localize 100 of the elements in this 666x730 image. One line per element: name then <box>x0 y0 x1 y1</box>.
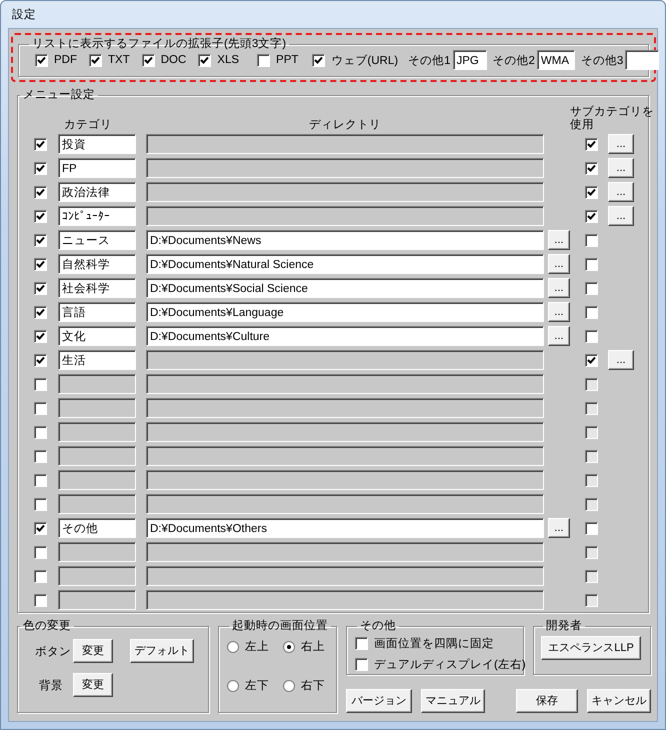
checkbox[interactable] <box>34 378 47 390</box>
directory-field[interactable]: D:¥Documents¥Natural Science <box>146 254 544 274</box>
directory-field[interactable] <box>146 542 544 562</box>
subcategory-button[interactable]: ... <box>608 206 634 226</box>
subcategory-checkbox[interactable] <box>585 186 598 198</box>
category-field[interactable]: 投資 <box>58 134 136 154</box>
radio-button[interactable] <box>227 640 239 652</box>
checkbox[interactable] <box>142 54 155 66</box>
checkbox[interactable] <box>34 354 47 366</box>
subcategory-checkbox[interactable] <box>585 522 598 534</box>
directory-field[interactable]: D:¥Documents¥Others <box>146 518 544 538</box>
subcategory-checkbox[interactable] <box>585 450 598 462</box>
directory-field[interactable] <box>146 350 544 370</box>
category-field[interactable]: ニュース <box>58 230 136 250</box>
browse-button[interactable]: ... <box>548 326 570 346</box>
browse-button[interactable]: ... <box>548 518 570 538</box>
category-field[interactable] <box>58 542 136 562</box>
checkbox[interactable] <box>35 54 48 66</box>
directory-field[interactable] <box>146 398 544 418</box>
subcategory-checkbox[interactable] <box>585 402 598 414</box>
directory-field[interactable]: D:¥Documents¥Language <box>146 302 544 322</box>
radio-button[interactable] <box>283 640 295 652</box>
extension-field[interactable] <box>625 50 660 70</box>
category-field[interactable]: 政治法律 <box>58 182 136 202</box>
directory-field[interactable] <box>146 158 544 178</box>
directory-field[interactable] <box>146 494 544 514</box>
extension-field[interactable]: WMA <box>536 50 575 70</box>
dialog-button[interactable]: キャンセル <box>587 689 651 713</box>
subcategory-checkbox[interactable] <box>585 282 598 294</box>
checkbox[interactable] <box>355 658 368 670</box>
category-field[interactable] <box>58 566 136 586</box>
dialog-button[interactable]: マニュアル <box>421 689 485 713</box>
browse-button[interactable]: ... <box>548 278 570 298</box>
subcategory-checkbox[interactable] <box>585 258 598 270</box>
checkbox[interactable] <box>34 330 47 342</box>
category-field[interactable] <box>58 374 136 394</box>
category-field[interactable] <box>58 422 136 442</box>
category-field[interactable]: その他 <box>58 518 136 538</box>
directory-field[interactable] <box>146 422 544 442</box>
subcategory-button[interactable]: ... <box>608 350 634 370</box>
checkbox[interactable] <box>34 210 47 222</box>
default-button[interactable]: デフォルト <box>130 639 194 663</box>
change-button[interactable]: 変更 <box>73 673 113 697</box>
subcategory-checkbox[interactable] <box>585 354 598 366</box>
category-field[interactable] <box>58 446 136 466</box>
directory-field[interactable] <box>146 470 544 490</box>
browse-button[interactable]: ... <box>548 254 570 274</box>
browse-button[interactable]: ... <box>548 302 570 322</box>
checkbox[interactable] <box>34 234 47 246</box>
dialog-button[interactable]: バージョン <box>346 689 412 713</box>
extension-field[interactable]: JPG <box>452 50 486 70</box>
checkbox[interactable] <box>34 522 47 534</box>
category-field[interactable]: 自然科学 <box>58 254 136 274</box>
directory-field[interactable]: D:¥Documents¥Social Science <box>146 278 544 298</box>
directory-field[interactable]: D:¥Documents¥Culture <box>146 326 544 346</box>
directory-field[interactable] <box>146 182 544 202</box>
checkbox[interactable] <box>89 54 102 66</box>
checkbox[interactable] <box>34 258 47 270</box>
category-field[interactable] <box>58 470 136 490</box>
category-field[interactable]: ｺﾝﾋﾟｭｰﾀｰ <box>58 206 136 226</box>
directory-field[interactable] <box>146 134 544 154</box>
directory-field[interactable] <box>146 446 544 466</box>
checkbox[interactable] <box>34 474 47 486</box>
subcategory-checkbox[interactable] <box>585 594 598 606</box>
subcategory-checkbox[interactable] <box>585 498 598 510</box>
checkbox[interactable] <box>34 186 47 198</box>
subcategory-checkbox[interactable] <box>585 330 598 342</box>
directory-field[interactable] <box>146 206 544 226</box>
subcategory-button[interactable]: ... <box>608 182 634 202</box>
checkbox[interactable] <box>34 450 47 462</box>
checkbox[interactable] <box>34 546 47 558</box>
subcategory-checkbox[interactable] <box>585 378 598 390</box>
subcategory-checkbox[interactable] <box>585 138 598 150</box>
radio-button[interactable] <box>283 680 295 692</box>
subcategory-button[interactable]: ... <box>608 158 634 178</box>
category-field[interactable] <box>58 590 136 610</box>
directory-field[interactable] <box>146 374 544 394</box>
browse-button[interactable]: ... <box>548 230 570 250</box>
category-field[interactable] <box>58 398 136 418</box>
checkbox[interactable] <box>34 426 47 438</box>
category-field[interactable]: 文化 <box>58 326 136 346</box>
checkbox[interactable] <box>34 162 47 174</box>
dialog-button[interactable]: 保存 <box>516 689 578 713</box>
directory-field[interactable] <box>146 590 544 610</box>
developer-button[interactable]: エスペランスLLP <box>541 636 641 660</box>
directory-field[interactable] <box>146 566 544 586</box>
checkbox[interactable] <box>34 282 47 294</box>
subcategory-checkbox[interactable] <box>585 306 598 318</box>
radio-button[interactable] <box>227 680 239 692</box>
subcategory-checkbox[interactable] <box>585 474 598 486</box>
subcategory-checkbox[interactable] <box>585 210 598 222</box>
change-button[interactable]: 変更 <box>73 639 113 663</box>
subcategory-checkbox[interactable] <box>585 234 598 246</box>
checkbox[interactable] <box>355 636 368 650</box>
subcategory-checkbox[interactable] <box>585 546 598 558</box>
checkbox[interactable] <box>312 54 326 66</box>
checkbox[interactable] <box>34 570 47 582</box>
checkbox[interactable] <box>34 594 47 606</box>
category-field[interactable]: 社会科学 <box>58 278 136 298</box>
category-field[interactable]: 言語 <box>58 302 136 322</box>
